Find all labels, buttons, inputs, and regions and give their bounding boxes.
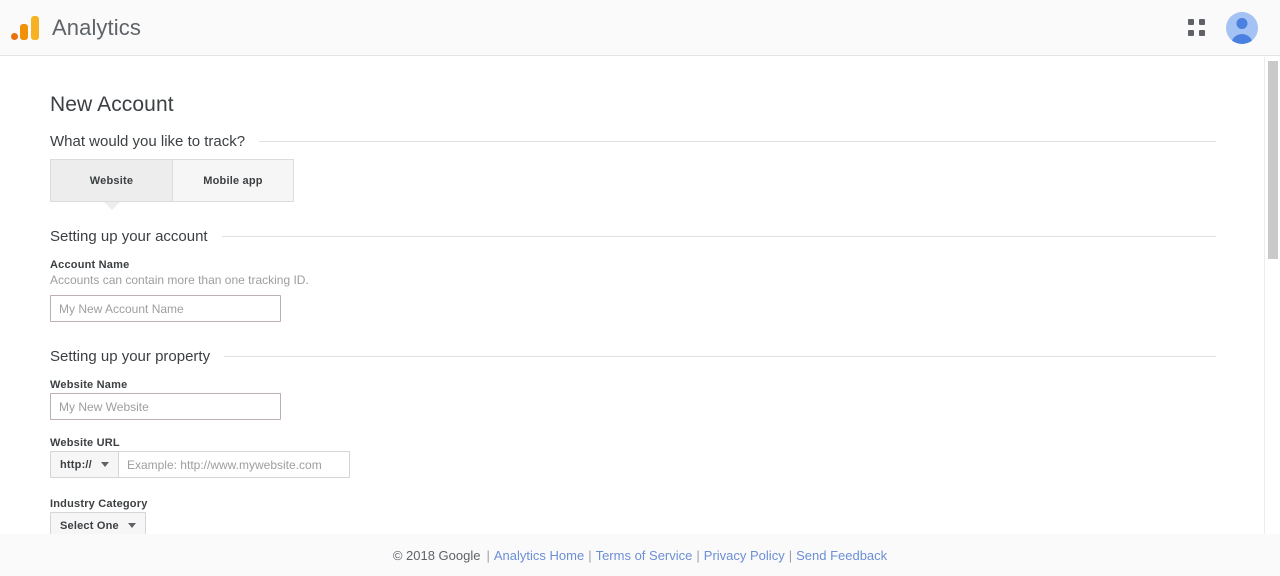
website-name-field: Website Name [50, 379, 1264, 420]
protocol-select[interactable]: http:// [50, 451, 119, 478]
footer-separator: | [788, 547, 793, 563]
section-divider [221, 236, 1216, 237]
protocol-select-value: http:// [60, 458, 92, 471]
page-footer: © 2018 Google | Analytics Home | Terms o… [0, 534, 1280, 576]
account-name-help-text: Accounts can contain more than one track… [50, 273, 309, 287]
footer-link-privacy-policy[interactable]: Privacy Policy [704, 548, 785, 563]
footer-link-analytics-home[interactable]: Analytics Home [494, 548, 584, 563]
footer-link-send-feedback[interactable]: Send Feedback [796, 548, 887, 563]
website-url-input[interactable] [118, 451, 350, 478]
apps-grid-icon[interactable] [1184, 16, 1208, 40]
account-name-field: Account Name Accounts can contain more t… [50, 259, 1264, 322]
brand[interactable]: Analytics [0, 13, 141, 43]
chevron-down-icon [127, 523, 136, 528]
header-actions [1184, 11, 1280, 44]
footer-separator: | [588, 547, 592, 563]
account-section-heading: Setting up your account [50, 228, 1216, 245]
property-section-heading: Setting up your property [50, 348, 1216, 365]
website-url-label: Website URL [50, 437, 120, 449]
vertical-scrollbar[interactable] [1264, 57, 1280, 576]
section-divider [259, 141, 1216, 142]
footer-separator: | [696, 547, 700, 563]
footer-copyright: © 2018 Google [392, 547, 481, 563]
website-name-input[interactable] [50, 393, 281, 420]
track-type-tabs: Website Mobile app [50, 159, 1264, 210]
brand-title: Analytics [52, 14, 141, 40]
user-avatar-icon[interactable] [1226, 11, 1258, 44]
website-name-label: Website Name [50, 379, 128, 391]
account-name-label: Account Name [50, 259, 130, 271]
chevron-down-icon [100, 462, 109, 467]
scrollbar-thumb[interactable] [1268, 61, 1278, 259]
account-name-input[interactable] [50, 295, 281, 322]
account-section-heading-label: Setting up your account [50, 228, 208, 245]
footer-separator: | [486, 547, 490, 563]
section-divider [224, 356, 1216, 357]
industry-category-value: Select One [60, 519, 119, 532]
page-title: New Account [50, 93, 174, 116]
selected-tab-caret-icon [104, 202, 120, 210]
track-section-heading-label: What would you like to track? [50, 133, 246, 150]
industry-category-field: Industry Category Select One [50, 498, 1264, 539]
footer-link-terms-of-service[interactable]: Terms of Service [596, 548, 693, 563]
tab-mobile-app[interactable]: Mobile app [172, 159, 294, 202]
new-account-form: New Account What would you like to track… [0, 57, 1264, 539]
property-section-heading-label: Setting up your property [50, 348, 211, 365]
analytics-bars-icon [10, 13, 42, 43]
tab-website[interactable]: Website [50, 159, 172, 202]
track-section-heading: What would you like to track? [50, 133, 1216, 150]
industry-category-label: Industry Category [50, 498, 148, 510]
page-body: New Account What would you like to track… [0, 57, 1264, 576]
app-header: Analytics [0, 0, 1280, 56]
website-url-field: Website URL http:// [50, 437, 1264, 478]
